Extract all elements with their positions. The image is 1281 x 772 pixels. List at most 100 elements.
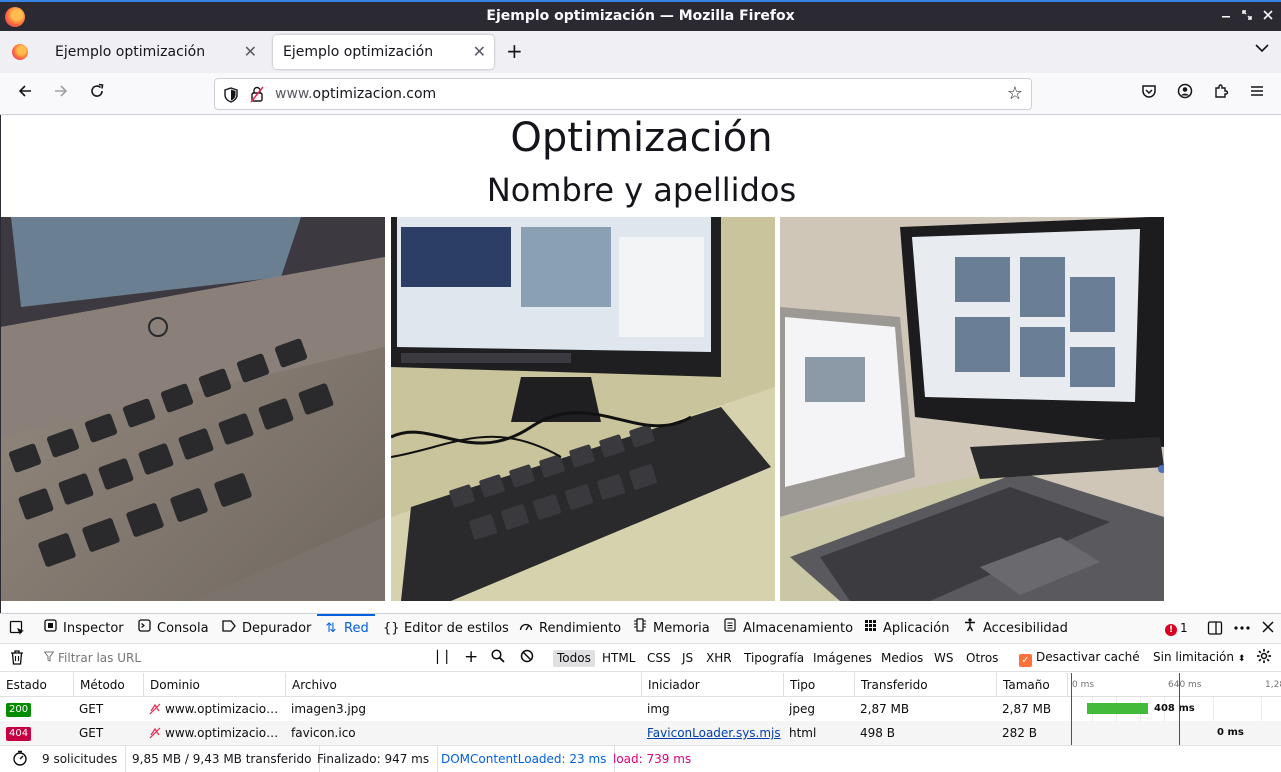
devtools-tab-performance[interactable]: Rendimiento [518, 614, 621, 644]
element-picker-icon[interactable] [9, 620, 25, 640]
timing-bar [1087, 703, 1148, 714]
dock-options-icon[interactable] [1207, 620, 1223, 640]
devtools-tab-storage[interactable]: Almacenamiento [722, 614, 853, 644]
filter-type-media[interactable]: Medios [877, 650, 927, 667]
domain-cell: www.optimizacion.com [149, 721, 283, 745]
file-cell: imagen3.jpg [291, 702, 366, 716]
close-window-icon[interactable] [1260, 8, 1276, 24]
filter-type-all[interactable]: Todos [553, 650, 595, 667]
table-row[interactable]: 404 GET www.optimizacion.com favicon.ico… [0, 721, 1281, 745]
table-row[interactable]: 200 GET www.optimizacion.com imagen3.jpg… [0, 697, 1281, 721]
filter-type-xhr[interactable]: XHR [702, 650, 736, 667]
error-count-badge[interactable]: ! 1 [1165, 621, 1188, 636]
laptop-keyboard-photo [1, 217, 385, 601]
tab-label: Ejemplo optimización [283, 44, 434, 60]
devtools-tab-inspector[interactable]: Inspector [42, 614, 124, 644]
filter-type-images[interactable]: Imágenes [809, 650, 876, 667]
disable-cache-checkbox[interactable]: ✓ Desactivar caché [1019, 650, 1140, 667]
list-all-tabs-icon[interactable] [1255, 41, 1269, 57]
waterfall-tick: 640 ms [1168, 680, 1202, 690]
column-transferred[interactable]: Transferido [854, 673, 996, 697]
tracking-blocked-icon [149, 723, 161, 739]
bookmark-star-icon[interactable]: ☆ [1007, 83, 1023, 104]
reload-icon[interactable] [86, 83, 108, 105]
app-menu-icon[interactable] [1246, 83, 1268, 105]
transferred-cell: 2,87 MB [860, 702, 910, 716]
waterfall-tick: 1,28 [1265, 680, 1281, 690]
tab-ejemplo-2[interactable]: Ejemplo optimización ✕ [273, 35, 494, 69]
filter-type-other[interactable]: Otros [962, 650, 1002, 667]
performance-analysis-icon[interactable] [4, 746, 36, 772]
devtools-tab-network[interactable]: ⇅ Red [317, 614, 375, 644]
search-icon[interactable] [491, 649, 505, 667]
close-devtools-icon[interactable] [1261, 620, 1275, 638]
filter-type-ws[interactable]: WS [930, 650, 957, 667]
devtools-tab-application[interactable]: Aplicación [862, 614, 949, 644]
extensions-icon[interactable] [1210, 83, 1232, 105]
devtools-tab-memory[interactable]: Memoria [632, 614, 710, 644]
method-cell: GET [79, 726, 104, 740]
window-titlebar: Ejemplo optimización — Mozilla Firefox [0, 0, 1281, 31]
forward-icon[interactable] [50, 83, 72, 105]
dom-content-loaded-marker [1071, 673, 1072, 745]
tab-ejemplo-1[interactable]: Ejemplo optimización ✕ [45, 35, 265, 69]
domain-cell: www.optimizacion.com [149, 697, 283, 721]
clear-trash-icon[interactable] [10, 650, 24, 669]
timing-label: 408 ms [1154, 703, 1195, 714]
minimize-icon[interactable] [1218, 8, 1234, 24]
transfer-summary: 9,85 MB / 9,43 MB transferido [124, 746, 321, 772]
throttling-select[interactable]: Sin limitación ⬍ [1153, 650, 1245, 664]
size-cell: 282 B [1002, 726, 1037, 740]
tracking-protection-shield-icon[interactable] [224, 87, 238, 106]
filter-type-js[interactable]: JS [678, 650, 697, 667]
devtools-tab-debugger[interactable]: Depurador [221, 614, 311, 644]
dom-content-loaded-time: DOMContentLoaded: 23 ms [433, 746, 616, 772]
new-tab-icon[interactable]: + [506, 39, 523, 63]
network-filter-bar: ▏▏ + Todos HTML CSS JS XHR Tipografía Im… [0, 644, 1281, 672]
filter-type-fonts[interactable]: Tipografía [740, 650, 808, 667]
back-icon[interactable] [14, 83, 36, 105]
column-file[interactable]: Archivo [285, 673, 641, 697]
devtools-tab-console[interactable]: Consola [136, 614, 209, 644]
pause-recording-icon[interactable]: ▏▏ [437, 650, 455, 664]
tracking-blocked-icon [149, 699, 161, 715]
firefox-view-icon[interactable] [12, 44, 28, 60]
storage-icon [722, 614, 738, 644]
column-initiator[interactable]: Iniciador [641, 673, 783, 697]
finish-time: Finalizado: 947 ms [309, 746, 439, 772]
initiator-link[interactable]: FaviconLoader.sys.mjs [647, 721, 781, 745]
column-method[interactable]: Método [73, 673, 143, 697]
add-request-blocking-icon[interactable]: + [464, 647, 478, 667]
filter-type-html[interactable]: HTML [598, 650, 639, 667]
close-tab-icon[interactable]: ✕ [244, 35, 257, 69]
block-requests-icon[interactable] [520, 649, 534, 667]
devtools-tab-accessibility[interactable]: Accesibilidad [962, 614, 1068, 644]
waterfall-tick: 0 ms [1072, 680, 1095, 690]
error-icon: ! [1165, 624, 1177, 636]
column-domain[interactable]: Dominio [143, 673, 285, 697]
devtools-tab-style-editor[interactable]: {} Editor de estilos [383, 614, 509, 644]
file-cell: favicon.ico [291, 726, 356, 740]
column-type[interactable]: Tipo [783, 673, 854, 697]
insecure-lock-icon[interactable] [250, 86, 264, 106]
url-text[interactable]: www.optimizacion.com [275, 86, 436, 102]
column-status[interactable]: Estado [0, 673, 73, 697]
accessibility-icon [962, 614, 978, 644]
desktop-monitor-keyboard-photo [391, 217, 775, 601]
network-icon: ⇅ [325, 621, 337, 636]
navigation-bar: www.optimizacion.com ☆ [0, 73, 1281, 115]
column-size[interactable]: Tamaño [996, 673, 1067, 697]
close-tab-icon[interactable]: ✕ [473, 35, 486, 69]
pocket-icon[interactable] [1138, 83, 1160, 105]
more-options-icon[interactable] [1233, 620, 1251, 640]
filter-urls-input[interactable] [58, 651, 428, 665]
maximize-icon[interactable] [1239, 8, 1255, 24]
style-editor-icon: {} [383, 621, 400, 636]
updown-chevron-icon: ⬍ [1237, 654, 1246, 664]
account-icon[interactable] [1174, 83, 1196, 105]
filter-type-css[interactable]: CSS [643, 650, 675, 667]
debugger-icon [221, 614, 237, 644]
url-bar[interactable]: www.optimizacion.com ☆ [214, 78, 1032, 110]
network-settings-gear-icon[interactable] [1256, 648, 1272, 668]
type-cell: jpeg [789, 702, 815, 716]
